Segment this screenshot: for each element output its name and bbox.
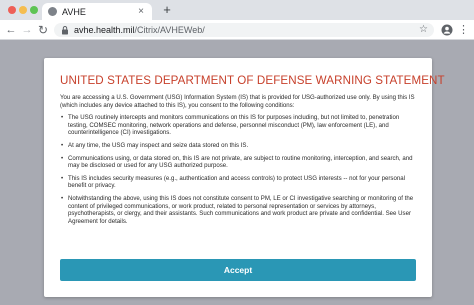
address-bar[interactable]: avhe.health.mil/Citrix/AVHEWeb/ ☆ [54,23,434,37]
new-tab-button[interactable]: + [160,2,174,18]
profile-icon[interactable] [441,24,453,36]
condition-item: At any time, the USG may inspect and sei… [60,142,416,150]
url-domain: avhe.health.mil [74,25,135,35]
browser-tab-strip: AVHE × + [0,0,474,20]
warning-conditions-list: The USG routinely intercepts and monitor… [60,114,416,225]
lock-icon [62,26,68,35]
back-button[interactable]: ← [4,22,18,38]
tab-favicon [48,7,57,16]
url-path: /Citrix/AVHEWeb/ [134,25,205,35]
maximize-window-button[interactable] [30,6,38,14]
page-background: UNITED STATES DEPARTMENT OF DEFENSE WARN… [0,41,474,305]
bookmark-star-icon[interactable]: ☆ [419,23,428,37]
condition-item: This IS includes security measures (e.g.… [60,175,416,190]
warning-intro: You are accessing a U.S. Government (USG… [60,94,415,109]
warning-title: UNITED STATES DEPARTMENT OF DEFENSE WARN… [60,74,445,87]
warning-dialog: UNITED STATES DEPARTMENT OF DEFENSE WARN… [44,58,445,297]
tab-close-icon[interactable]: × [136,6,146,17]
condition-item: Notwithstanding the above, using this IS… [60,195,416,225]
condition-item: Communications using, or data stored on,… [60,155,416,170]
browser-toolbar: ← → ↻ avhe.health.mil/Citrix/AVHEWeb/ ☆ … [0,20,474,40]
minimize-window-button[interactable] [19,6,27,14]
close-window-button[interactable] [8,6,16,14]
browser-menu-icon[interactable]: ⋮ [458,22,469,38]
tab-title: AVHE [62,6,86,17]
forward-button[interactable]: → [20,22,34,38]
condition-item: The USG routinely intercepts and monitor… [60,114,416,137]
accept-button[interactable]: Accept [60,259,416,281]
reload-button[interactable]: ↻ [36,22,50,38]
url-text: avhe.health.mil/Citrix/AVHEWeb/ [74,25,205,35]
browser-tab[interactable]: AVHE × [42,3,152,20]
